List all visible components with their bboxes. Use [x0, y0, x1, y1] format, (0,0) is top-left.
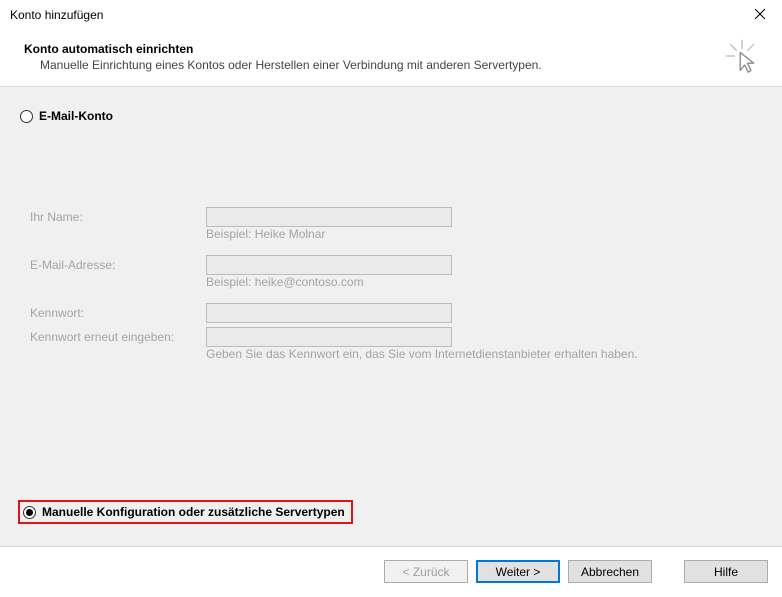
cursor-decoration-icon: [724, 38, 760, 74]
cancel-button[interactable]: Abbrechen: [568, 560, 652, 583]
next-button[interactable]: Weiter >: [476, 560, 560, 583]
hint-name: Beispiel: Heike Molnar: [206, 227, 762, 241]
close-icon: [754, 8, 766, 20]
label-password: Kennwort:: [30, 306, 206, 320]
titlebar: Konto hinzufügen: [0, 0, 782, 28]
input-password: [206, 303, 452, 323]
input-email: [206, 255, 452, 275]
row-name: Ihr Name:: [30, 207, 762, 227]
wizard-heading: Konto automatisch einrichten: [24, 42, 770, 56]
radio-email-account[interactable]: E-Mail-Konto: [20, 109, 762, 123]
label-password2: Kennwort erneut eingeben:: [30, 330, 206, 344]
wizard-content: E-Mail-Konto Ihr Name: Beispiel: Heike M…: [0, 87, 782, 546]
input-name: [206, 207, 452, 227]
back-button: < Zurück: [384, 560, 468, 583]
close-button[interactable]: [748, 8, 772, 22]
radio-manual-config[interactable]: Manuelle Konfiguration oder zusätzliche …: [23, 505, 345, 519]
account-form: Ihr Name: Beispiel: Heike Molnar E-Mail-…: [30, 207, 762, 361]
radio-icon: [20, 110, 33, 123]
wizard-button-bar: < Zurück Weiter > Abbrechen Hilfe: [0, 546, 782, 596]
window-title: Konto hinzufügen: [10, 8, 103, 22]
help-button[interactable]: Hilfe: [684, 560, 768, 583]
hint-password: Geben Sie das Kennwort ein, das Sie vom …: [206, 347, 762, 361]
row-password: Kennwort:: [30, 303, 762, 323]
wizard-subheading: Manuelle Einrichtung eines Kontos oder H…: [24, 58, 770, 72]
radio-email-label: E-Mail-Konto: [39, 109, 113, 123]
label-email: E-Mail-Adresse:: [30, 258, 206, 272]
wizard-header: Konto automatisch einrichten Manuelle Ei…: [0, 28, 782, 84]
input-password2: [206, 327, 452, 347]
highlight-box: Manuelle Konfiguration oder zusätzliche …: [18, 500, 353, 524]
row-email: E-Mail-Adresse:: [30, 255, 762, 275]
radio-icon: [23, 506, 36, 519]
row-password2: Kennwort erneut eingeben:: [30, 327, 762, 347]
label-name: Ihr Name:: [30, 210, 206, 224]
hint-email: Beispiel: heike@contoso.com: [206, 275, 762, 289]
radio-manual-label: Manuelle Konfiguration oder zusätzliche …: [42, 505, 345, 519]
